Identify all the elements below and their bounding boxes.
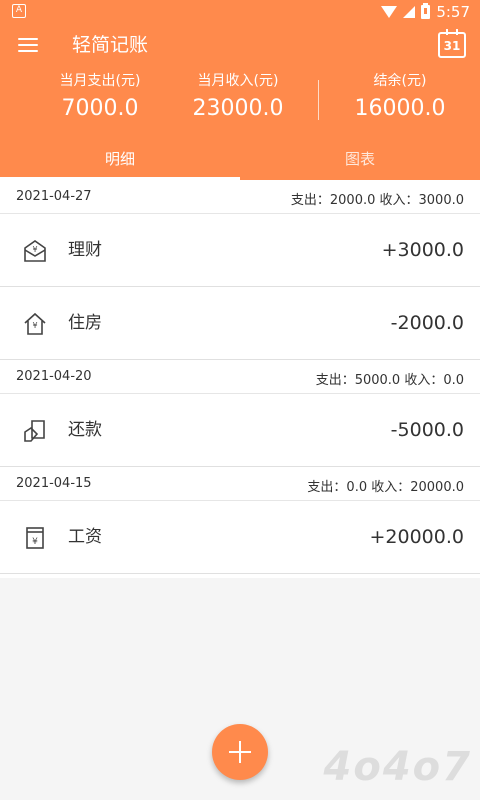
balance-value: 16000.0 xyxy=(354,96,446,121)
income-summary: 当月收入(元) 23000.0 xyxy=(158,70,318,126)
amount: +3000.0 xyxy=(381,239,464,261)
transaction-row[interactable]: ¥ 工资 +20000.0 xyxy=(0,501,480,574)
investment-icon: ¥ xyxy=(24,240,46,262)
expense-summary: 当月支出(元) 7000.0 xyxy=(20,70,180,126)
transaction-row[interactable]: 还款 -5000.0 xyxy=(0,394,480,467)
income-value: 23000.0 xyxy=(192,96,284,121)
summary-divider xyxy=(318,80,319,120)
app-notification-icon: A xyxy=(12,4,26,18)
transaction-list: 2021-04-27 支出：2000.0 收入：3000.0 ¥ 理财 +300… xyxy=(0,180,480,578)
date-group-header: 2021-04-15 支出：0.0 收入：20000.0 xyxy=(0,467,480,501)
add-record-button[interactable] xyxy=(212,724,268,780)
status-icons: 5:57 xyxy=(381,3,470,21)
status-bar: A 5:57 xyxy=(0,0,480,24)
app-title: 轻简记账 xyxy=(72,34,149,56)
status-time: 5:57 xyxy=(436,3,470,21)
menu-icon[interactable] xyxy=(18,37,38,53)
monthly-summary: 当月支出(元) 7000.0 当月收入(元) 23000.0 结余(元) 160… xyxy=(0,70,480,134)
date-group-header: 2021-04-27 支出：2000.0 收入：3000.0 xyxy=(0,180,480,214)
watermark: 4o4o7 xyxy=(323,744,472,790)
expense-label: 当月支出(元) xyxy=(59,73,141,89)
category-name: 工资 xyxy=(68,527,102,547)
category-name: 理财 xyxy=(68,240,102,260)
category-name: 还款 xyxy=(68,420,102,440)
signal-icon xyxy=(403,6,416,18)
income-label: 当月收入(元) xyxy=(197,73,279,89)
category-name: 住房 xyxy=(68,313,102,333)
group-date: 2021-04-27 xyxy=(16,189,92,204)
header: 轻简记账 31 当月支出(元) 7000.0 当月收入(元) 23000.0 结… xyxy=(0,24,480,180)
group-date: 2021-04-15 xyxy=(16,476,92,491)
group-summary: 支出：0.0 收入：20000.0 xyxy=(307,480,464,495)
svg-text:¥: ¥ xyxy=(32,321,37,330)
balance-summary: 结余(元) 16000.0 xyxy=(320,70,480,126)
transaction-row[interactable]: ¥ 住房 -2000.0 xyxy=(0,287,480,360)
svg-text:¥: ¥ xyxy=(32,245,37,254)
tab-details[interactable]: 明细 xyxy=(0,146,240,180)
app-bar: 轻简记账 31 xyxy=(0,24,480,66)
calendar-icon[interactable]: 31 xyxy=(438,29,466,58)
date-group-header: 2021-04-20 支出：5000.0 收入：0.0 xyxy=(0,360,480,394)
amount: -2000.0 xyxy=(390,312,464,334)
tab-bar: 明细 图表 xyxy=(0,146,480,180)
balance-label: 结余(元) xyxy=(373,73,427,89)
battery-icon xyxy=(421,3,431,19)
group-summary: 支出：5000.0 收入：0.0 xyxy=(315,373,464,388)
amount: -5000.0 xyxy=(390,419,464,441)
transaction-row[interactable]: ¥ 理财 +3000.0 xyxy=(0,214,480,287)
svg-text:¥: ¥ xyxy=(32,537,38,547)
housing-icon: ¥ xyxy=(24,312,46,335)
tab-charts[interactable]: 图表 xyxy=(240,146,480,180)
wifi-icon xyxy=(381,6,398,18)
expense-value: 7000.0 xyxy=(61,96,139,121)
group-date: 2021-04-20 xyxy=(16,369,92,384)
repayment-icon xyxy=(24,420,45,442)
group-summary: 支出：2000.0 收入：3000.0 xyxy=(290,193,464,208)
amount: +20000.0 xyxy=(369,526,465,548)
salary-icon: ¥ xyxy=(26,527,44,549)
